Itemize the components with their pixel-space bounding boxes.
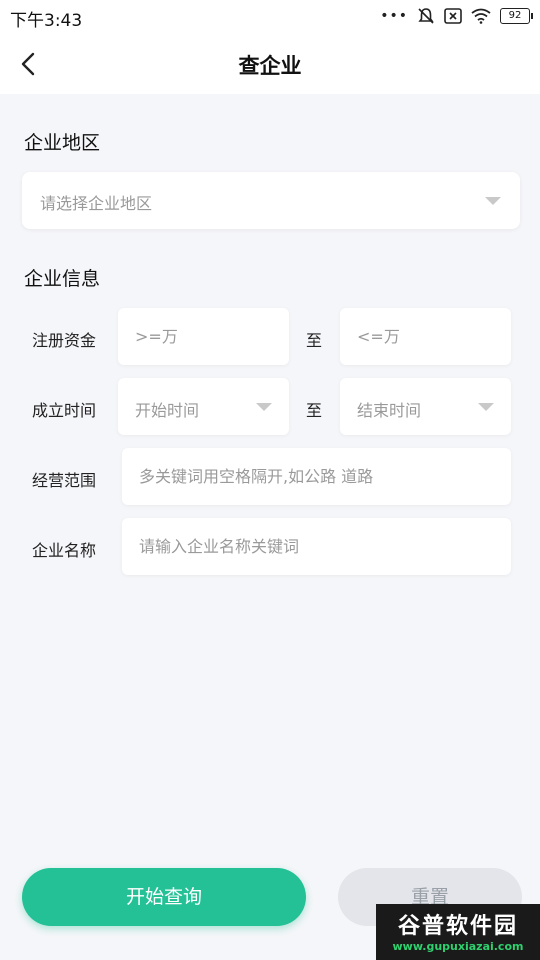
company-name-field[interactable]: [122, 518, 511, 575]
watermark-logo: 谷普软件园 www.gupuxiazai.com: [376, 904, 540, 960]
wifi-icon: [471, 8, 491, 24]
company-name-input[interactable]: [122, 518, 511, 575]
capital-min-input[interactable]: [118, 308, 289, 365]
watermark-main: 谷普软件园: [397, 914, 518, 939]
status-bar: 下午3:43 ••• 92: [0, 0, 540, 34]
region-select-placeholder: 请选择企业地区: [40, 194, 153, 213]
info-section-title: 企业信息: [24, 268, 101, 290]
scope-field[interactable]: [122, 448, 511, 505]
caret-down-icon: [485, 197, 501, 205]
founded-end-select[interactable]: 结束时间: [340, 378, 511, 435]
capital-max-field[interactable]: [340, 308, 511, 365]
company-name-label: 企业名称: [32, 541, 97, 560]
capital-max-input[interactable]: [340, 308, 511, 365]
founded-start-placeholder: 开始时间: [135, 401, 200, 420]
scope-input[interactable]: [122, 448, 511, 505]
nav-bar: 查企业: [0, 34, 540, 94]
battery-icon: 92: [500, 8, 533, 24]
watermark-url: www.gupuxiazai.com: [392, 940, 524, 953]
status-icons: ••• 92: [380, 7, 533, 25]
sim-x-icon: [444, 8, 462, 24]
capital-min-field[interactable]: [118, 308, 289, 365]
founded-to-label: 至: [306, 401, 323, 420]
region-section-title: 企业地区: [24, 132, 101, 154]
page-title: 查企业: [238, 54, 302, 78]
more-dots-icon: •••: [380, 8, 408, 24]
founded-label: 成立时间: [32, 401, 97, 420]
query-button[interactable]: 开始查询: [22, 868, 306, 926]
scope-label: 经营范围: [32, 471, 97, 490]
status-time: 下午3:43: [10, 11, 83, 31]
mute-bell-icon: [418, 8, 434, 24]
battery-level: 92: [508, 10, 522, 21]
caret-down-icon: [256, 403, 272, 411]
region-select[interactable]: 请选择企业地区: [22, 172, 520, 229]
founded-start-select[interactable]: 开始时间: [118, 378, 289, 435]
caret-down-icon: [478, 403, 494, 411]
founded-end-placeholder: 结束时间: [357, 401, 422, 420]
capital-label: 注册资金: [32, 331, 97, 350]
capital-to-label: 至: [306, 331, 323, 350]
